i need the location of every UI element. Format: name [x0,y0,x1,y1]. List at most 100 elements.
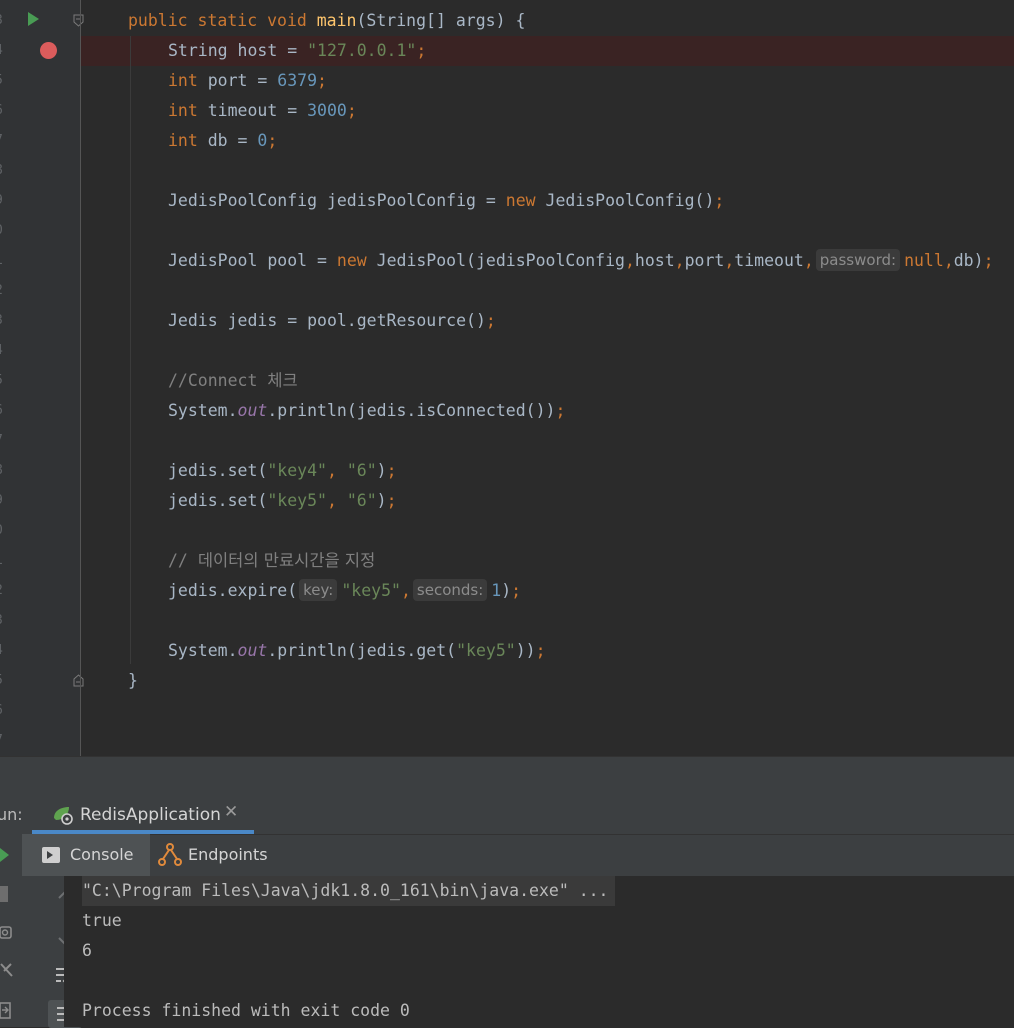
code-line[interactable]: Jedis jedis = pool.getResource(); [168,306,496,336]
line-number: 5 [0,66,7,96]
comment: 데이터의 만료시간을 지정 [197,551,376,570]
code-line[interactable]: JedisPool pool = new JedisPool(jedisPool… [168,246,994,276]
line-number: 4 [0,36,7,66]
code-text: JedisPool(jedisPoolConfig [366,251,625,270]
line-number: 3 [0,6,7,36]
line-number: 2 [0,276,7,306]
code-text: System. [168,641,238,660]
semicolon: ; [714,191,725,210]
panel-splitter[interactable] [0,756,1014,795]
code-line[interactable]: int db = 0; [168,126,277,156]
semicolon: ; [555,401,566,420]
restore-layout-icon[interactable] [0,962,14,980]
number-literal: 1 [491,581,502,600]
number-literal: 3000 [307,101,347,120]
line-number: 9 [0,486,7,516]
code-text: jedis.expire( [168,581,298,600]
code-text: System. [168,401,238,420]
static-field: out [237,401,268,420]
semicolon: ; [267,131,278,150]
line-number: 7 [0,726,7,756]
line-number: 3 [0,306,7,336]
tab-console-label[interactable]: Console [70,845,134,864]
comment: 체크 [267,371,298,390]
code-line[interactable]: System.out.println(jedis.isConnected()); [168,396,565,426]
indent-guide [130,36,131,664]
rerun-icon[interactable] [0,848,10,862]
number-literal: 6379 [277,71,318,90]
parameter-hint: password: [815,249,901,271]
code-text: .println(jedis.isConnected()) [267,401,556,420]
keyword: public static void [128,11,317,30]
close-icon[interactable]: ✕ [224,802,238,822]
exit-icon[interactable] [0,1002,12,1020]
code-text: )) [515,641,536,660]
semicolon: ; [386,461,397,480]
semicolon: ; [535,641,546,660]
comma: , [326,491,347,510]
semicolon: ; [317,71,327,90]
code-text: (String[] args) { [356,11,526,30]
line-number: 6 [0,396,7,426]
tab-endpoints-label[interactable]: Endpoints [188,845,268,864]
console-output-line: true [82,911,122,930]
number-literal: 0 [257,131,268,150]
comma: , [674,251,685,270]
gutter-divider [80,0,81,756]
code-line[interactable]: JedisPoolConfig jedisPoolConfig = new Je… [168,186,724,216]
run-tool-window-header: un: RedisApplication ✕ [0,794,1014,834]
comment: //Connect [168,371,268,390]
code-text: port = [197,71,278,90]
line-number: 1 [0,546,7,576]
static-field: out [237,641,268,660]
code-line[interactable]: // 데이터의 만료시간을 지정 [168,546,375,576]
code-line[interactable]: jedis.expire(key: "key5", seconds: 1); [168,576,521,606]
code-line[interactable]: //Connect 체크 [168,366,298,396]
semicolon: ; [983,251,994,270]
comment: // [168,551,198,570]
string-literal: "6" [346,491,377,510]
fold-icon[interactable] [73,674,84,687]
semicolon: ; [416,41,427,60]
camera-icon[interactable] [0,924,12,940]
code-text: Jedis jedis = pool.getResource() [168,311,486,330]
editor-gutter[interactable]: 3 4 5 6 7 8 9 0 1 2 3 4 5 6 7 8 9 0 1 2 … [0,0,84,756]
line-number: 9 [0,186,7,216]
breakpoint-icon[interactable] [40,42,57,59]
code-line[interactable]: } [128,666,138,696]
code-text: ) [376,491,387,510]
keyword: int [168,131,198,150]
code-text: JedisPoolConfig jedisPoolConfig = [168,191,506,210]
code-line[interactable]: System.out.println(jedis.get("key5")); [168,636,546,666]
code-text: .println(jedis.get( [267,641,457,660]
comma: , [943,251,954,270]
code-line[interactable]: jedis.set("key4", "6"); [168,456,397,486]
code-text: } [128,671,138,690]
line-number: 8 [0,456,7,486]
code-line[interactable]: String host = "127.0.0.1"; [168,36,426,66]
code-text: jedis.set( [168,461,268,480]
code-line[interactable]: int port = 6379; [168,66,327,96]
fold-icon[interactable] [73,14,84,27]
line-number: 0 [0,216,7,246]
code-line[interactable]: public static void main(String[] args) { [128,6,525,36]
code-line[interactable]: jedis.set("key5", "6"); [168,486,397,516]
stop-icon[interactable] [0,886,8,902]
code-line[interactable]: int timeout = 3000; [168,96,357,126]
console-side-toolbar [22,876,82,1028]
console-command-line: "C:\Program Files\Java\jdk1.8.0_161\bin\… [82,876,615,906]
keyword: new [336,251,367,270]
comma: , [624,251,635,270]
run-config-title[interactable]: RedisApplication [80,805,221,825]
code-text: db = [197,131,258,150]
keyword: int [168,71,198,90]
line-number: 5 [0,366,7,396]
line-number: 3 [0,606,7,636]
code-editor[interactable]: 3 4 5 6 7 8 9 0 1 2 3 4 5 6 7 8 9 0 1 2 … [0,0,1014,756]
string-literal: "key4" [267,461,327,480]
semicolon: ; [511,581,522,600]
parameter-hint: key: [299,579,338,601]
console-exit-line: Process finished with exit code 0 [82,1001,410,1020]
line-number: 4 [0,636,7,666]
run-gutter-icon[interactable] [28,12,39,26]
